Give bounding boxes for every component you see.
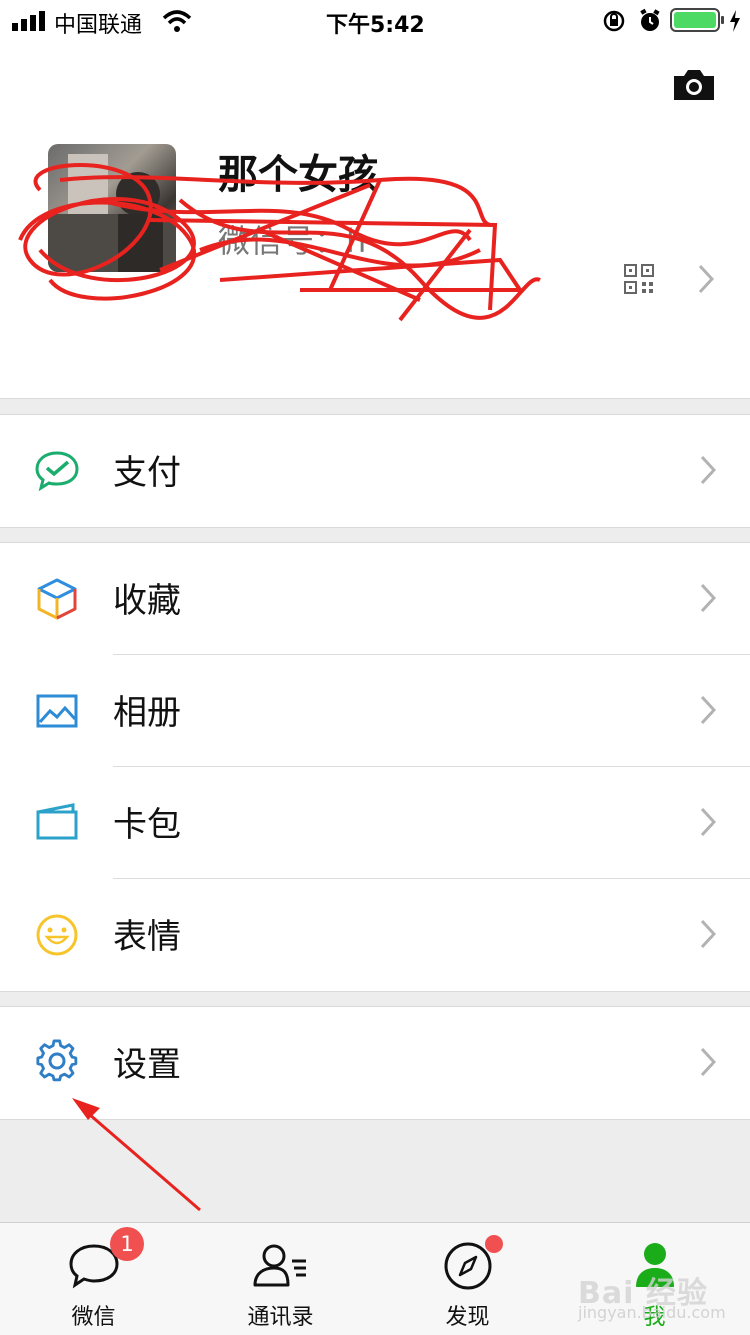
camera-icon[interactable]: [672, 68, 716, 102]
watermark-url: jingyan.baidu.com: [578, 1303, 726, 1322]
annotation-arrow: [72, 1098, 201, 1212]
tab-chats[interactable]: 1 微信: [0, 1223, 187, 1335]
chevron-right-icon: [700, 455, 716, 485]
contacts-icon: [253, 1244, 306, 1287]
smiley-icon: [36, 914, 78, 956]
battery-icon: [670, 8, 740, 32]
redaction-scribble: [18, 163, 541, 322]
chevron-right-icon: [700, 583, 716, 613]
clock: 下午5:42: [326, 13, 425, 38]
menu-item-label: 卡包: [113, 805, 181, 845]
chevron-right-icon: [700, 1047, 716, 1077]
chevron-right-icon: [700, 695, 716, 725]
menu-item-label: 支付: [113, 453, 181, 493]
menu-item-label: 相册: [113, 693, 181, 733]
album-icon: [36, 694, 78, 728]
alarm-icon: [640, 8, 660, 31]
rotation-lock-icon: [603, 10, 625, 32]
menu-item-favorites[interactable]: 收藏: [0, 543, 750, 655]
card-wallet-icon: [36, 803, 78, 840]
signal-icon: [12, 11, 45, 31]
menu-item-label: 表情: [113, 917, 181, 957]
menu-item-label: 设置: [113, 1045, 181, 1085]
menu-item-cards[interactable]: 卡包: [0, 767, 750, 879]
chevron-right-icon: [700, 807, 716, 837]
chevron-right-icon: [700, 919, 716, 949]
section-separator: [0, 398, 750, 399]
wifi-icon: [162, 10, 192, 32]
carrier-label: 中国联通: [54, 13, 143, 38]
tab-label: 微信: [71, 1305, 116, 1330]
menu-item-stickers[interactable]: 表情: [0, 879, 750, 991]
chevron-right-icon: [698, 264, 714, 294]
unread-badge: 1: [110, 1227, 144, 1261]
tools-section: 收藏 相册 卡包 表情: [0, 542, 750, 992]
compass-icon: [444, 1242, 491, 1290]
new-dot-badge: [485, 1235, 503, 1253]
tab-label: 发现: [445, 1305, 490, 1330]
qr-code-icon[interactable]: [624, 264, 654, 294]
menu-item-pay[interactable]: 支付: [0, 415, 750, 527]
status-bar: 中国联通 下午5:42: [0, 0, 750, 42]
menu-item-label: 收藏: [113, 581, 181, 621]
gear-icon: [36, 1039, 78, 1082]
pay-icon: [35, 451, 79, 492]
pay-section: 支付: [0, 414, 750, 528]
menu-item-album[interactable]: 相册: [0, 655, 750, 767]
favorites-cube-icon: [37, 578, 77, 620]
tab-discover[interactable]: 发现: [374, 1223, 561, 1335]
tab-label: 通讯录: [247, 1305, 314, 1330]
tab-contacts[interactable]: 通讯录: [187, 1223, 374, 1335]
